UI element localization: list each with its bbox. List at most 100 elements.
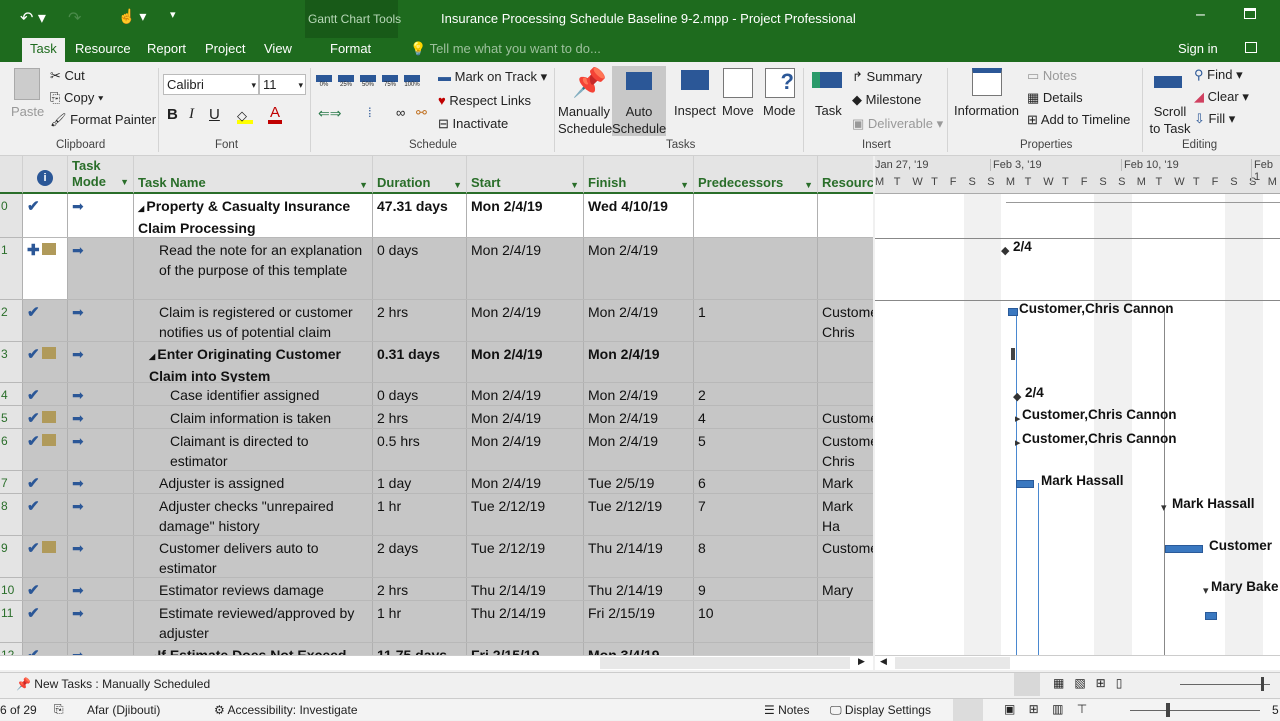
- duration-cell[interactable]: 0.31 days: [373, 342, 467, 382]
- row-id[interactable]: 1: [0, 238, 23, 299]
- task-name-cell[interactable]: Read the note for an explanation of the …: [134, 238, 373, 299]
- task-name-cell[interactable]: Claim information is taken: [134, 406, 373, 428]
- language[interactable]: Afar (Djibouti): [87, 703, 160, 717]
- cut-button[interactable]: ✂ Cut: [50, 68, 85, 84]
- outdent-indent-icons[interactable]: ⇐⇒: [318, 105, 341, 122]
- header-resource[interactable]: Resource: [818, 156, 873, 194]
- header-task-name[interactable]: Task Name ▼: [134, 156, 373, 194]
- zoom-slider-handle[interactable]: [1166, 703, 1170, 717]
- display-settings-button[interactable]: 🖵 Display Settings: [830, 703, 931, 718]
- gantt-scroll-thumb[interactable]: [895, 657, 1010, 669]
- table-row[interactable]: 4 ✔ ➡ Case identifier assigned 0 days Mon 2/4…: [0, 383, 873, 406]
- indicators-cell[interactable]: ✔: [23, 300, 68, 341]
- header-finish[interactable]: Finish ▼: [584, 156, 694, 194]
- task-mode-icon[interactable]: ➡: [68, 342, 134, 382]
- resource-cell[interactable]: Mary Ba: [818, 578, 873, 600]
- table-row[interactable]: 3 ✔ ➡ ◢ Enter Originating Customer Claim in…: [0, 342, 873, 383]
- predecessors-cell[interactable]: 5: [694, 429, 818, 470]
- split-task-icon[interactable]: ⁞: [368, 105, 372, 120]
- indicators-cell[interactable]: ✔: [23, 383, 68, 405]
- duration-cell[interactable]: 0.5 hrs: [373, 429, 467, 470]
- arrow-icon[interactable]: ▸: [1015, 412, 1021, 425]
- task-mode-icon[interactable]: ➡: [68, 494, 134, 535]
- task-mode-icon[interactable]: ➡: [68, 300, 134, 341]
- task-name-cell[interactable]: Adjuster checks "unrepaired damage" hist…: [134, 494, 373, 535]
- information-button[interactable]: Information: [954, 103, 1019, 118]
- indicators-cell[interactable]: ✔: [23, 536, 68, 577]
- finish-cell[interactable]: Mon 2/4/19: [584, 238, 694, 299]
- finish-cell[interactable]: Tue 2/12/19: [584, 494, 694, 535]
- font-color-icon[interactable]: A: [268, 104, 282, 124]
- resource-cell[interactable]: Custome Chris Ca: [818, 429, 873, 470]
- predecessors-cell[interactable]: [694, 342, 818, 382]
- table-row[interactable]: 6 ✔ ➡ Claimant is directed to estimator 0.5 …: [0, 429, 873, 471]
- minimize-icon[interactable]: –: [1196, 6, 1205, 24]
- task-mode-icon[interactable]: ➡: [68, 601, 134, 642]
- duration-cell[interactable]: 2 hrs: [373, 578, 467, 600]
- auto-schedule-button[interactable]: Auto Schedule: [612, 66, 666, 136]
- predecessors-cell[interactable]: 2: [694, 383, 818, 405]
- customize-toolbar-icon[interactable]: ▾: [170, 8, 176, 21]
- finish-cell[interactable]: Thu 2/14/19: [584, 536, 694, 577]
- header-indicators[interactable]: i: [23, 156, 68, 194]
- tab-resource[interactable]: Resource: [75, 41, 131, 56]
- resource-cell[interactable]: [818, 238, 873, 299]
- resource-cell[interactable]: [818, 194, 873, 237]
- scroll-to-task-button[interactable]: Scroll to Task: [1148, 103, 1192, 137]
- predecessors-cell[interactable]: [694, 194, 818, 237]
- indicators-cell[interactable]: ✔: [23, 342, 68, 382]
- start-cell[interactable]: Mon 2/4/19: [467, 300, 584, 341]
- start-cell[interactable]: Thu 2/14/19: [467, 601, 584, 642]
- percent-0-button[interactable]: 0%: [316, 75, 332, 88]
- predecessors-cell[interactable]: 10: [694, 601, 818, 642]
- duration-cell[interactable]: 1 hr: [373, 601, 467, 642]
- task-name-cell[interactable]: Estimate reviewed/approved by adjuster: [134, 601, 373, 642]
- find-button[interactable]: ⚲ Find ▾: [1194, 67, 1243, 83]
- start-cell[interactable]: Fri 2/15/19: [467, 643, 584, 655]
- predecessors-cell[interactable]: 8: [694, 536, 818, 577]
- mark-on-track-button[interactable]: ▬ Mark on Track ▾: [438, 69, 547, 85]
- note-icon[interactable]: [41, 541, 56, 553]
- view-icons[interactable]: ▦ ▧ ⊞ ▯: [1053, 676, 1122, 690]
- tab-task[interactable]: Task: [22, 38, 65, 62]
- predecessors-cell[interactable]: 9: [694, 578, 818, 600]
- unlink-icon[interactable]: ⚯: [416, 105, 427, 121]
- note-icon[interactable]: [41, 347, 56, 359]
- inspect-button[interactable]: Inspect: [674, 103, 716, 118]
- select-all-corner[interactable]: [0, 156, 23, 194]
- finish-cell[interactable]: Mon 2/4/19: [584, 342, 694, 382]
- indicators-cell[interactable]: ✔: [23, 601, 68, 642]
- finish-cell[interactable]: Mon 2/4/19: [584, 429, 694, 470]
- duration-cell[interactable]: 11.75 days: [373, 643, 467, 655]
- indicators-cell[interactable]: ✔: [23, 494, 68, 535]
- new-tasks-mode[interactable]: 📌 New Tasks : Manually Scheduled: [16, 677, 210, 691]
- normal-view-button[interactable]: [953, 699, 983, 721]
- clear-button[interactable]: ◢ Clear ▾: [1194, 89, 1249, 105]
- notes-button[interactable]: ▭ Notes: [1027, 68, 1077, 84]
- sign-in-link[interactable]: Sign in: [1178, 41, 1218, 56]
- start-cell[interactable]: Mon 2/4/19: [467, 406, 584, 428]
- task-mode-icon[interactable]: ➡: [68, 194, 134, 237]
- link-icon[interactable]: ∞: [396, 105, 405, 120]
- task-name-cell[interactable]: Case identifier assigned: [134, 383, 373, 405]
- predecessors-cell[interactable]: 4: [694, 406, 818, 428]
- task-name-cell[interactable]: ◢ If Estimate Does Not Exceed: [134, 643, 373, 655]
- task-name-cell[interactable]: Claim is registered or customer notifies…: [134, 300, 373, 341]
- predecessors-cell[interactable]: 7: [694, 494, 818, 535]
- header-duration[interactable]: Duration ▼: [373, 156, 467, 194]
- row-id[interactable]: 0: [0, 194, 23, 237]
- details-button[interactable]: ▦ Details: [1027, 90, 1083, 106]
- start-cell[interactable]: Mon 2/4/19: [467, 383, 584, 405]
- task-name-cell[interactable]: Claimant is directed to estimator: [134, 429, 373, 470]
- task-mode-icon[interactable]: ➡: [68, 643, 134, 655]
- task-name-cell[interactable]: Estimator reviews damage: [134, 578, 373, 600]
- finish-cell[interactable]: Fri 2/15/19: [584, 601, 694, 642]
- task-bar[interactable]: [1165, 545, 1203, 553]
- finish-cell[interactable]: Mon 2/4/19: [584, 406, 694, 428]
- resource-cell[interactable]: Mark Ha: [818, 494, 873, 535]
- predecessors-cell[interactable]: [694, 238, 818, 299]
- resource-cell[interactable]: [818, 342, 873, 382]
- start-cell[interactable]: Thu 2/14/19: [467, 578, 584, 600]
- finish-cell[interactable]: Thu 2/14/19: [584, 578, 694, 600]
- scroll-right-icon[interactable]: ▶: [858, 656, 865, 667]
